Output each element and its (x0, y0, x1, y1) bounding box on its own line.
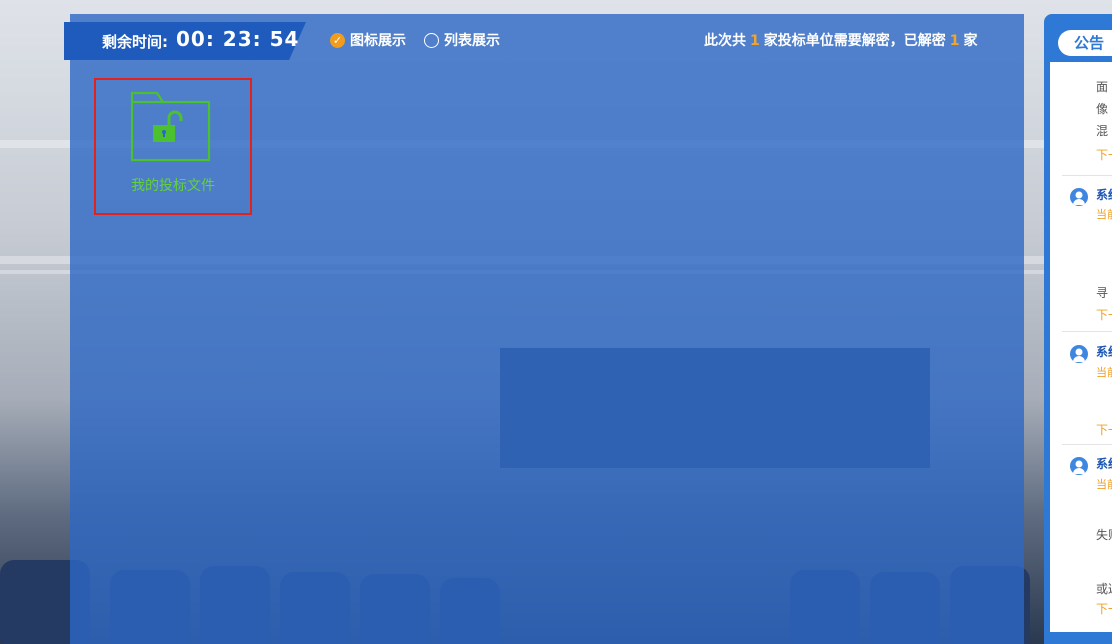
user-avatar-icon (1070, 457, 1088, 475)
next-step-link[interactable]: 下一 (1096, 421, 1112, 438)
divider (1062, 444, 1112, 445)
user-avatar-icon (1070, 345, 1088, 363)
summary-part2: 家投标单位需要解密，已解密 (763, 33, 946, 49)
view-toggle-icon-mode-label: 图标展示 (350, 33, 406, 49)
notice-intro-line: 像 (1096, 102, 1109, 116)
unlocked-folder-icon (130, 91, 211, 162)
notice-status: 当前 (1096, 366, 1112, 379)
divider (1062, 175, 1112, 176)
decrypt-summary: 此次共 1 家投标单位需要解密，已解密 1 家 (704, 30, 978, 50)
view-toggle-icon-mode[interactable]: ✓ 图标展示 (330, 30, 406, 50)
timer-value: 00: 23: 54 (176, 27, 300, 51)
view-toggle-list-mode[interactable]: 列表展示 (424, 30, 500, 50)
tab-notice[interactable]: 公告 (1058, 30, 1112, 56)
notice-sender: 系统 (1096, 457, 1112, 471)
notice-status: 当前 (1096, 208, 1112, 221)
timer-label: 剩余时间: (102, 33, 168, 51)
bid-file-label: 我的投标文件 (131, 178, 215, 194)
user-avatar-icon (1070, 188, 1088, 206)
check-circle-icon: ✓ (330, 32, 345, 48)
notice-sender: 系统 (1096, 188, 1112, 202)
notice-intro-line: 面 (1096, 80, 1109, 94)
radio-circle-icon (424, 32, 439, 48)
notice-text: 失败 (1096, 528, 1112, 542)
next-step-link[interactable]: 下一 (1096, 306, 1112, 323)
notice-text: 寻 (1096, 286, 1109, 300)
notice-sender: 系统 (1096, 345, 1112, 359)
next-step-link[interactable]: 下一 (1096, 146, 1112, 163)
notice-text: 或返 (1096, 582, 1112, 596)
summary-decrypted-count: 1 (949, 33, 960, 49)
notice-status: 当前 (1096, 478, 1112, 491)
bid-file-tile[interactable]: 我的投标文件 (94, 78, 252, 215)
summary-total-count: 1 (750, 33, 760, 49)
summary-part3: 家 (963, 33, 978, 49)
view-toggle-list-mode-label: 列表展示 (444, 33, 500, 49)
summary-part1: 此次共 (704, 33, 746, 49)
next-step-link[interactable]: 下一 (1096, 600, 1112, 617)
notice-intro-line: 混 (1096, 124, 1109, 138)
divider (1062, 331, 1112, 332)
